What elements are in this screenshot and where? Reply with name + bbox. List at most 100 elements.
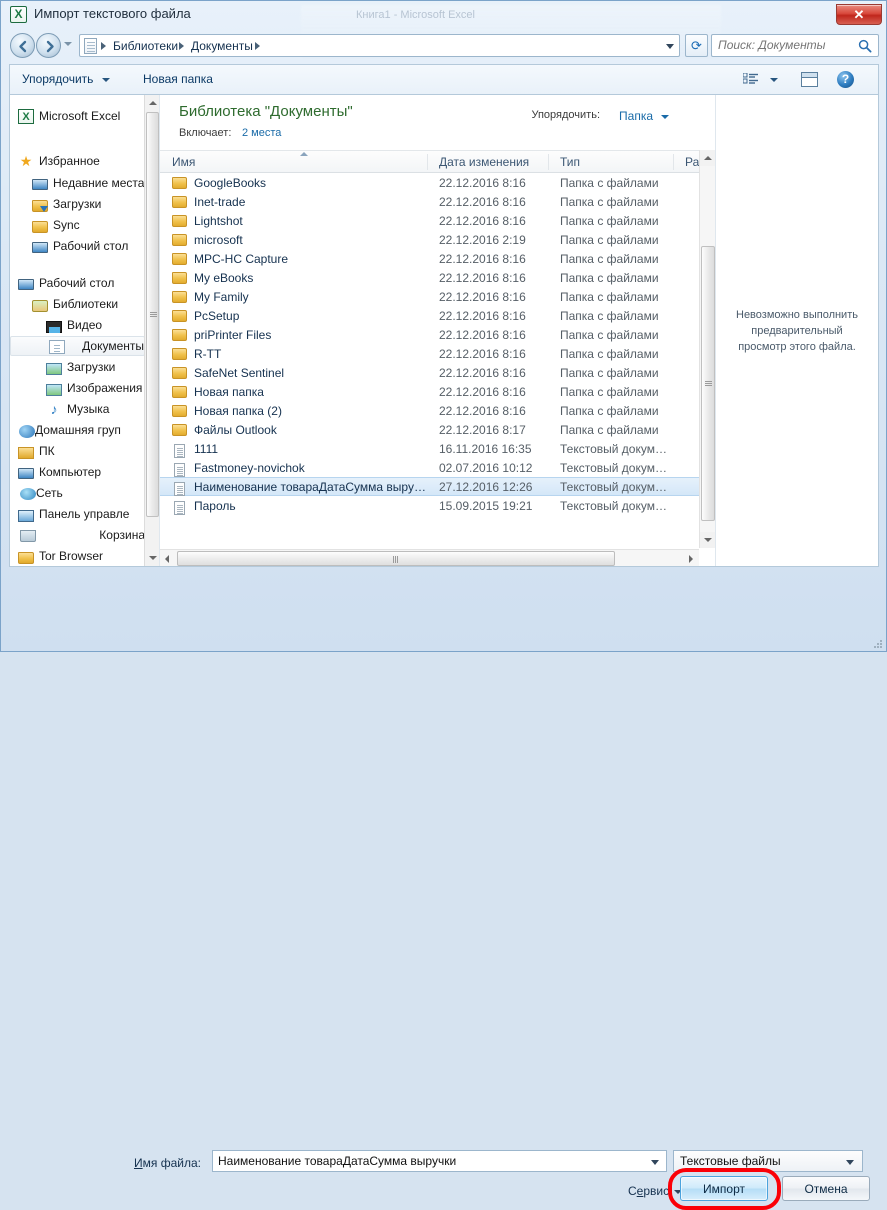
help-icon[interactable]: ? bbox=[837, 71, 854, 88]
arrange-by-value[interactable]: Папка bbox=[619, 109, 653, 123]
sidebar-item-15[interactable]: Компьютер bbox=[10, 462, 145, 482]
sidebar-item-5[interactable]: Рабочий стол bbox=[10, 236, 145, 256]
desktop-icon bbox=[32, 242, 48, 253]
table-row[interactable]: Новая папка22.12.2016 8:16Папка с файлам… bbox=[160, 382, 699, 401]
import-button[interactable]: Импорт bbox=[680, 1176, 768, 1201]
sidebar-item-13[interactable]: Домашняя груп bbox=[10, 420, 145, 440]
table-row[interactable]: Пароль15.09.2015 19:21Текстовый докум… bbox=[160, 496, 699, 515]
table-row[interactable]: Новая папка (2)22.12.2016 8:16Папка с фа… bbox=[160, 401, 699, 420]
file-name-box[interactable] bbox=[212, 1150, 667, 1172]
file-name-cell: Наименование товараДатаСумма выру… bbox=[194, 480, 426, 494]
file-name-cell: MPC-HC Capture bbox=[194, 252, 288, 266]
resize-grip-icon[interactable] bbox=[871, 637, 883, 649]
forward-button[interactable] bbox=[36, 33, 61, 58]
table-row[interactable]: Наименование товараДатаСумма выру…27.12.… bbox=[160, 477, 699, 496]
search-input[interactable] bbox=[718, 38, 848, 52]
table-row[interactable]: My Family22.12.2016 8:16Папка с файлами bbox=[160, 287, 699, 306]
column-header-2[interactable]: Тип bbox=[560, 155, 580, 169]
sidebar-item-6[interactable]: Рабочий стол bbox=[10, 273, 145, 293]
sidebar-item-3[interactable]: Загрузки bbox=[10, 194, 145, 214]
column-separator[interactable] bbox=[427, 154, 428, 170]
organize-button[interactable]: Упорядочить bbox=[22, 72, 93, 86]
search-icon[interactable] bbox=[858, 39, 872, 53]
file-date-cell: 22.12.2016 8:16 bbox=[439, 385, 526, 399]
table-row[interactable]: priPrinter Files22.12.2016 8:16Папка с ф… bbox=[160, 325, 699, 344]
table-row[interactable]: R-TT22.12.2016 8:16Папка с файлами bbox=[160, 344, 699, 363]
new-folder-button[interactable]: Новая папка bbox=[143, 72, 213, 86]
close-button[interactable]: ✕ bbox=[836, 4, 882, 25]
breadcrumb-item-documents[interactable]: Документы bbox=[188, 38, 256, 55]
sidebar-item-7[interactable]: Библиотеки bbox=[10, 294, 145, 314]
sidebar-item-10[interactable]: Загрузки bbox=[10, 357, 145, 377]
preview-pane-icon[interactable] bbox=[801, 72, 818, 87]
file-list-pane: Библиотека "Документы" Включает: 2 места… bbox=[160, 95, 715, 566]
library-header: Библиотека "Документы" Включает: 2 места… bbox=[160, 95, 715, 150]
table-row[interactable]: MPC-HC Capture22.12.2016 8:16Папка с фай… bbox=[160, 249, 699, 268]
view-mode-chevron-down-icon[interactable] bbox=[770, 78, 778, 82]
sidebar-item-14[interactable]: ПК bbox=[10, 441, 145, 461]
table-row[interactable]: Lightshot22.12.2016 8:16Папка с файлами bbox=[160, 211, 699, 230]
file-type-filter-dropdown[interactable]: Текстовые файлы bbox=[673, 1150, 863, 1172]
address-chevron-down-icon[interactable] bbox=[666, 44, 674, 49]
sidebar-item-8[interactable]: Видео bbox=[10, 315, 145, 335]
column-header-0[interactable]: Имя bbox=[172, 155, 195, 169]
table-row[interactable]: PcSetup22.12.2016 8:16Папка с файлами bbox=[160, 306, 699, 325]
sidebar-scroll-down-button[interactable] bbox=[145, 550, 160, 566]
file-list-horizontal-scrollbar[interactable] bbox=[160, 549, 699, 566]
sidebar-scrollbar[interactable] bbox=[144, 95, 159, 566]
sidebar-item-label: Сеть bbox=[36, 486, 63, 500]
sidebar-item-12[interactable]: ♪Музыка bbox=[10, 399, 145, 419]
sidebar-item-11[interactable]: Изображения bbox=[10, 378, 145, 398]
library-includes-link[interactable]: 2 места bbox=[242, 127, 281, 139]
sidebar-item-1[interactable]: ★Избранное bbox=[10, 151, 145, 171]
list-scroll-left-button[interactable] bbox=[160, 550, 176, 566]
recent-locations-chevron-down-icon[interactable] bbox=[64, 42, 72, 46]
file-name-chevron-down-icon[interactable] bbox=[651, 1160, 659, 1165]
address-bar[interactable]: Библиотеки Документы bbox=[79, 34, 680, 57]
refresh-icon[interactable]: ⟳ bbox=[685, 34, 708, 57]
table-row[interactable]: My eBooks22.12.2016 8:16Папка с файлами bbox=[160, 268, 699, 287]
search-box[interactable] bbox=[711, 34, 879, 57]
recent-places-icon bbox=[32, 179, 48, 190]
recycle-bin-icon bbox=[20, 530, 36, 542]
table-row[interactable]: GoogleBooks22.12.2016 8:16Папка с файлам… bbox=[160, 173, 699, 192]
file-date-cell: 22.12.2016 2:19 bbox=[439, 233, 526, 247]
list-hscroll-thumb[interactable] bbox=[177, 551, 615, 566]
sidebar-item-2[interactable]: Недавние места bbox=[10, 173, 145, 193]
sidebar-item-17[interactable]: Панель управле bbox=[10, 504, 145, 524]
back-button[interactable] bbox=[10, 33, 35, 58]
table-row[interactable]: Inet-trade22.12.2016 8:16Папка с файлами bbox=[160, 192, 699, 211]
tools-menu-button[interactable]: Сервис bbox=[628, 1184, 669, 1198]
table-row[interactable]: Файлы Outlook22.12.2016 8:17Папка с файл… bbox=[160, 420, 699, 439]
sidebar-item-0[interactable]: XMicrosoft Excel bbox=[10, 106, 145, 126]
filter-chevron-down-icon bbox=[846, 1160, 854, 1165]
column-header-1[interactable]: Дата изменения bbox=[439, 155, 529, 169]
view-mode-icon[interactable] bbox=[743, 73, 758, 87]
sidebar-item-18[interactable]: Корзина bbox=[10, 525, 145, 545]
column-separator[interactable] bbox=[673, 154, 674, 170]
file-name-cell: Файлы Outlook bbox=[194, 423, 277, 437]
table-row[interactable]: Fastmoney-novichok02.07.2016 10:12Тексто… bbox=[160, 458, 699, 477]
file-type-cell: Папка с файлами bbox=[560, 328, 659, 342]
column-separator[interactable] bbox=[548, 154, 549, 170]
sidebar-item-16[interactable]: Сеть bbox=[10, 483, 145, 503]
table-row[interactable]: microsoft22.12.2016 2:19Папка с файлами bbox=[160, 230, 699, 249]
list-scroll-down-button[interactable] bbox=[700, 532, 715, 548]
list-scroll-right-button[interactable] bbox=[683, 550, 699, 566]
file-name-cell: Fastmoney-novichok bbox=[194, 461, 305, 475]
list-scroll-thumb[interactable] bbox=[701, 246, 715, 521]
sidebar-item-9[interactable]: Документы bbox=[10, 336, 145, 356]
sidebar-scroll-up-button[interactable] bbox=[145, 95, 160, 111]
cancel-button[interactable]: Отмена bbox=[782, 1176, 870, 1201]
table-row[interactable]: 111116.11.2016 16:35Текстовый докум… bbox=[160, 439, 699, 458]
organize-chevron-down-icon[interactable] bbox=[102, 78, 110, 82]
sidebar-item-4[interactable]: Sync bbox=[10, 215, 145, 235]
list-scroll-up-button[interactable] bbox=[700, 150, 715, 166]
breadcrumb-item-libraries[interactable]: Библиотеки bbox=[110, 38, 181, 55]
table-row[interactable]: SafeNet Sentinel22.12.2016 8:16Папка с ф… bbox=[160, 363, 699, 382]
file-list-vertical-scrollbar[interactable] bbox=[699, 150, 715, 548]
sidebar-scroll-thumb[interactable] bbox=[146, 112, 159, 517]
file-name-input[interactable] bbox=[218, 1154, 633, 1168]
sidebar-item-19[interactable]: Tor Browser bbox=[10, 546, 145, 566]
arrange-chevron-down-icon[interactable] bbox=[661, 115, 669, 119]
